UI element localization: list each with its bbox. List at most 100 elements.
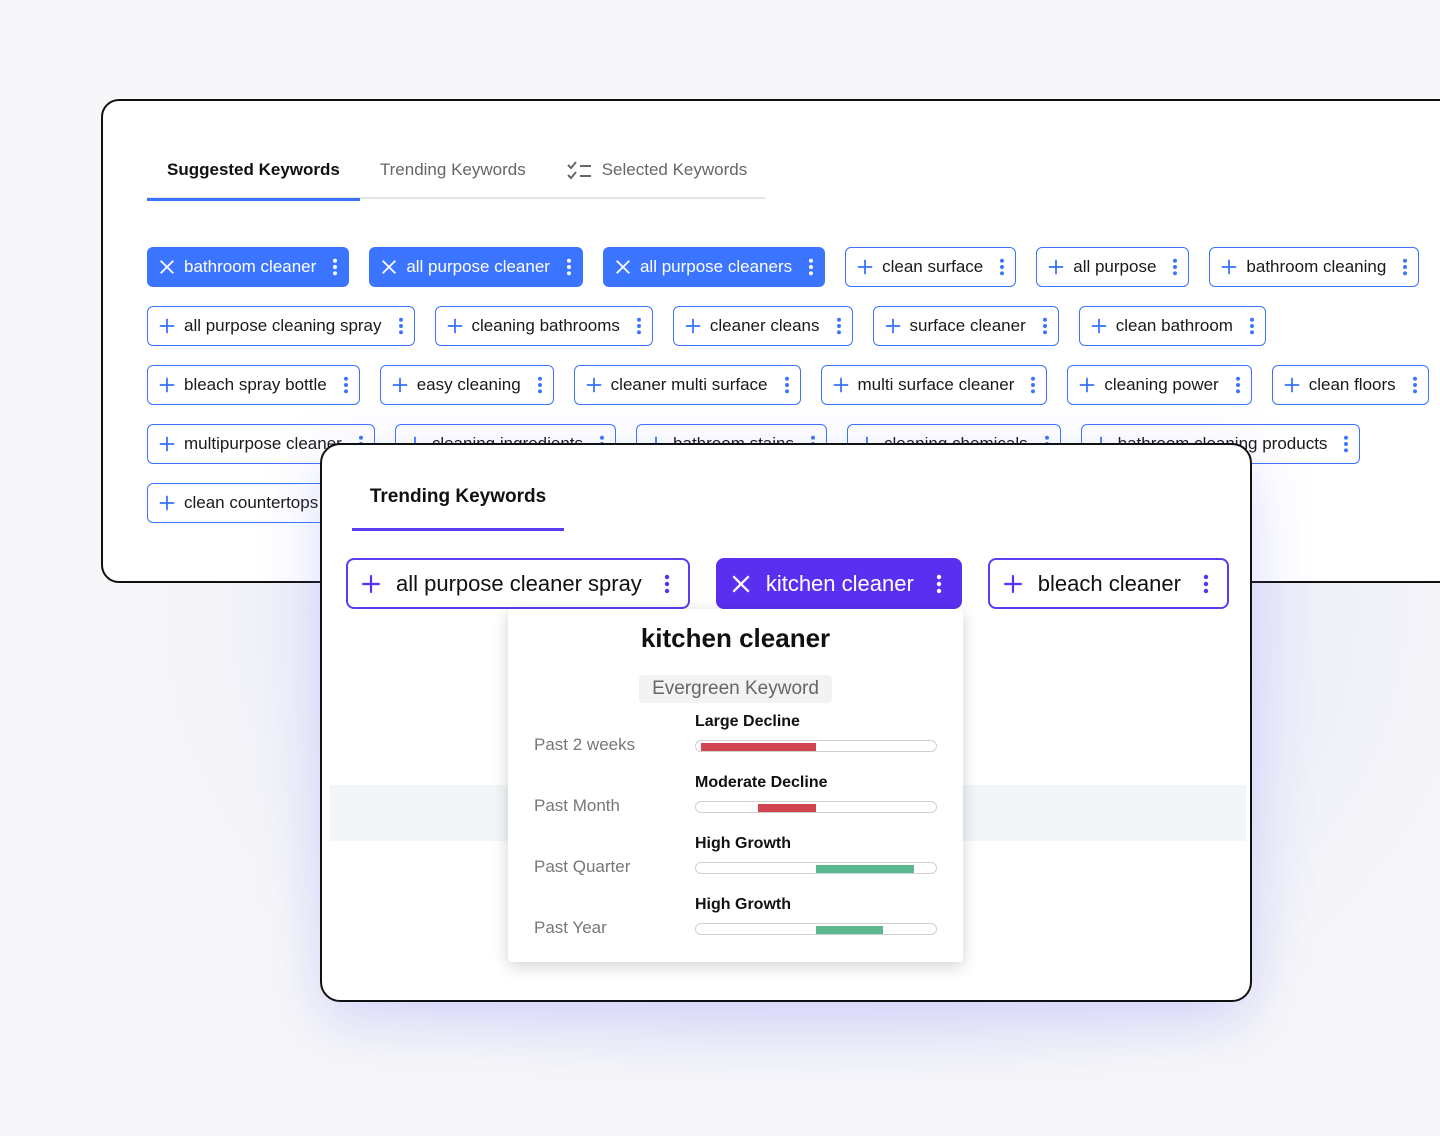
keyword-chip[interactable]: all purpose cleaner bbox=[369, 247, 583, 287]
add-icon[interactable] bbox=[446, 317, 464, 335]
keyword-chip[interactable]: bathroom cleaning bbox=[1209, 247, 1420, 287]
keyword-chip[interactable]: cleaner multi surface bbox=[573, 365, 801, 405]
remove-icon[interactable] bbox=[614, 258, 632, 276]
keyword-chip[interactable]: cleaner cleans bbox=[672, 306, 853, 346]
keyword-chip[interactable]: bleach spray bottle bbox=[147, 365, 360, 405]
more-options-icon[interactable] bbox=[1042, 317, 1048, 335]
metric-period: Past Month bbox=[534, 796, 620, 815]
remove-icon[interactable] bbox=[380, 258, 398, 276]
keyword-chip-label: bleach spray bottle bbox=[184, 375, 327, 394]
more-options-icon[interactable] bbox=[1343, 435, 1349, 453]
keyword-chip[interactable]: easy cleaning bbox=[379, 365, 554, 405]
add-icon[interactable] bbox=[360, 573, 382, 595]
keyword-chip[interactable]: all purpose cleaning spray bbox=[147, 306, 415, 346]
more-options-icon[interactable] bbox=[1249, 317, 1255, 335]
keyword-chip-label: surface cleaner bbox=[909, 316, 1026, 335]
tab-trending-keywords[interactable]: Trending Keywords bbox=[360, 141, 546, 199]
keyword-tabs: Suggested Keywords Trending Keywords Sel… bbox=[147, 141, 768, 201]
add-icon[interactable] bbox=[391, 376, 409, 394]
trending-keyword-chip[interactable]: bleach cleaner bbox=[987, 558, 1229, 609]
keyword-chip[interactable]: cleaning power bbox=[1067, 365, 1252, 405]
more-options-icon[interactable] bbox=[784, 376, 790, 394]
keyword-chip[interactable]: surface cleaner bbox=[872, 306, 1059, 346]
trend-bar bbox=[695, 740, 937, 752]
trend-bar bbox=[695, 801, 937, 813]
metric-period: Past 2 weeks bbox=[534, 735, 636, 754]
add-icon[interactable] bbox=[1047, 258, 1065, 276]
remove-icon[interactable] bbox=[730, 573, 752, 595]
keyword-chip-label: multi surface cleaner bbox=[857, 375, 1015, 394]
more-options-icon[interactable] bbox=[343, 376, 349, 394]
add-icon[interactable] bbox=[1090, 317, 1108, 335]
keyword-chip-label: clean floors bbox=[1308, 375, 1396, 394]
keyword-chip[interactable]: bathroom cleaner bbox=[147, 247, 350, 287]
trend-metric-row: Past Year High Growth bbox=[508, 896, 963, 956]
keyword-chip[interactable]: all purpose cleaners bbox=[602, 247, 826, 287]
tab-suggested-keywords[interactable]: Suggested Keywords bbox=[147, 141, 360, 201]
keyword-chip-label: clean bathroom bbox=[1115, 316, 1233, 335]
metric-status: High Growth bbox=[695, 835, 791, 852]
add-icon[interactable] bbox=[1220, 258, 1238, 276]
trend-bar-fill bbox=[816, 865, 915, 873]
popup-title: kitchen cleaner bbox=[640, 623, 831, 653]
add-icon[interactable] bbox=[158, 317, 176, 335]
add-icon[interactable] bbox=[158, 435, 176, 453]
trending-keyword-chips: all purpose cleaner spray kitchen cleaner… bbox=[346, 558, 1229, 609]
add-icon[interactable] bbox=[832, 376, 850, 394]
keyword-chip-label: all purpose bbox=[1073, 257, 1157, 276]
tab-label: Suggested Keywords bbox=[167, 160, 340, 179]
more-options-icon[interactable] bbox=[1235, 376, 1241, 394]
keyword-chip[interactable]: cleaning bathrooms bbox=[434, 306, 653, 346]
keyword-trend-popup: kitchen cleaner Evergreen Keyword Past 2… bbox=[508, 609, 963, 962]
keyword-chip-label: multipurpose cleaner bbox=[184, 434, 342, 453]
more-options-icon[interactable] bbox=[999, 258, 1005, 276]
more-options-icon[interactable] bbox=[1030, 376, 1036, 394]
keyword-chip[interactable]: multi surface cleaner bbox=[820, 365, 1048, 405]
more-options-icon[interactable] bbox=[1172, 258, 1178, 276]
add-icon[interactable] bbox=[1283, 376, 1301, 394]
keyword-chip[interactable]: clean surface bbox=[845, 247, 1017, 287]
add-icon[interactable] bbox=[1002, 573, 1024, 595]
more-options-icon[interactable] bbox=[936, 573, 942, 595]
metric-period: Past Year bbox=[534, 918, 607, 937]
keyword-chip-label: clean countertops bbox=[184, 493, 319, 512]
trending-keyword-chip[interactable]: all purpose cleaner spray bbox=[346, 558, 690, 609]
remove-icon[interactable] bbox=[158, 258, 176, 276]
more-options-icon[interactable] bbox=[836, 317, 842, 335]
add-icon[interactable] bbox=[856, 258, 874, 276]
keyword-chip-label: all purpose cleaning spray bbox=[184, 316, 382, 335]
keyword-chip[interactable]: all purpose bbox=[1036, 247, 1190, 287]
trending-keyword-chip[interactable]: kitchen cleaner bbox=[715, 558, 962, 609]
checklist-icon bbox=[566, 161, 591, 180]
tab-label: Selected Keywords bbox=[601, 160, 748, 179]
keyword-chip[interactable]: clean bathroom bbox=[1078, 306, 1266, 346]
add-icon[interactable] bbox=[884, 317, 902, 335]
tab-trending-keywords-active[interactable]: Trending Keywords bbox=[352, 465, 564, 531]
keyword-chip-label: all purpose cleaners bbox=[639, 257, 793, 276]
metric-status: Moderate Decline bbox=[695, 774, 828, 791]
keyword-chip-label: cleaner cleans bbox=[709, 316, 820, 335]
trending-chip-label: all purpose cleaner spray bbox=[396, 570, 642, 596]
trending-chip-label: kitchen cleaner bbox=[765, 570, 914, 596]
more-options-icon[interactable] bbox=[1203, 573, 1209, 595]
more-options-icon[interactable] bbox=[398, 317, 404, 335]
trend-metric-row: Past 2 weeks Large Decline bbox=[508, 713, 963, 773]
keyword-chip[interactable]: clean floors bbox=[1271, 365, 1429, 405]
more-options-icon[interactable] bbox=[332, 258, 338, 276]
more-options-icon[interactable] bbox=[566, 258, 572, 276]
add-icon[interactable] bbox=[158, 494, 176, 512]
keyword-chip-label: cleaning power bbox=[1104, 375, 1219, 394]
trend-bar-fill bbox=[816, 926, 884, 934]
more-options-icon[interactable] bbox=[1412, 376, 1418, 394]
add-icon[interactable] bbox=[1078, 376, 1096, 394]
add-icon[interactable] bbox=[158, 376, 176, 394]
more-options-icon[interactable] bbox=[537, 376, 543, 394]
add-icon[interactable] bbox=[684, 317, 702, 335]
more-options-icon[interactable] bbox=[808, 258, 814, 276]
tab-selected-keywords[interactable]: Selected Keywords bbox=[546, 141, 768, 199]
metric-status: High Growth bbox=[695, 896, 791, 913]
add-icon[interactable] bbox=[585, 376, 603, 394]
more-options-icon[interactable] bbox=[1402, 258, 1408, 276]
more-options-icon[interactable] bbox=[636, 317, 642, 335]
more-options-icon[interactable] bbox=[664, 573, 670, 595]
